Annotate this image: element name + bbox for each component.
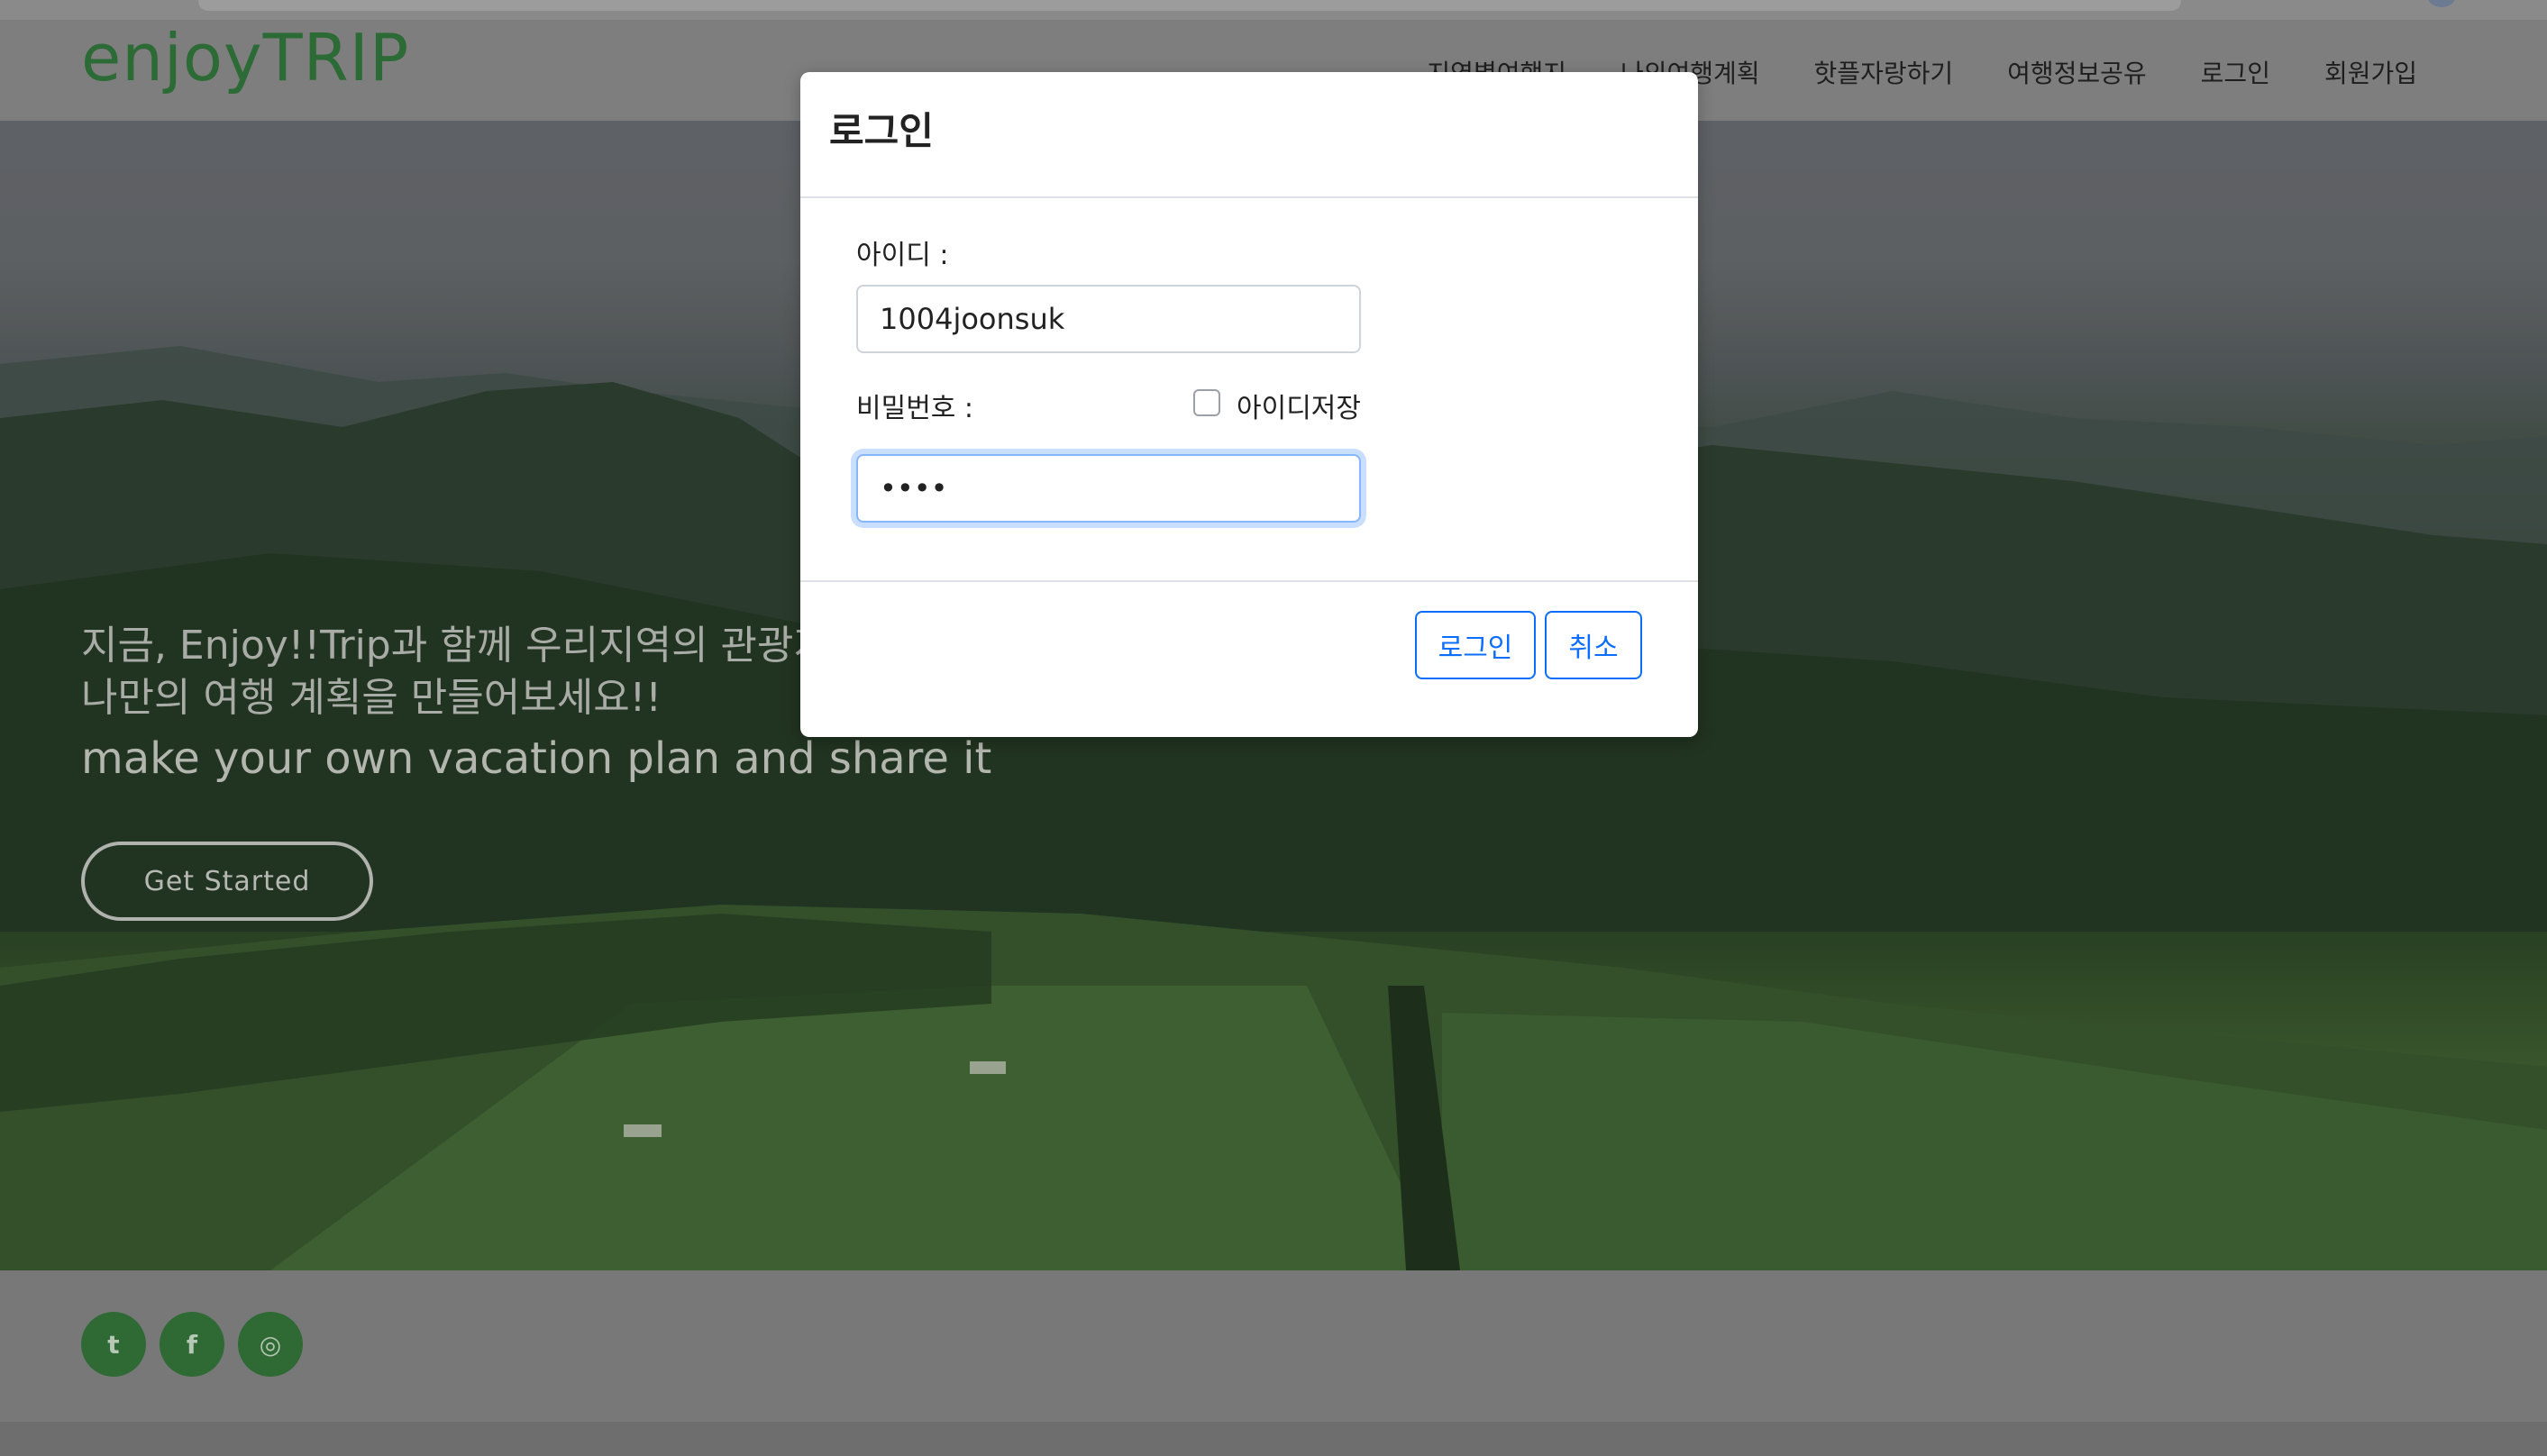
- address-bar[interactable]: [198, 0, 2181, 11]
- facebook-icon[interactable]: f: [160, 1312, 224, 1377]
- password-input[interactable]: ••••: [856, 454, 1361, 523]
- browser-strip: [0, 0, 2547, 20]
- hero-headline-line2: 나만의 여행 계획을 만들어보세요!!: [81, 675, 662, 721]
- id-input[interactable]: 1004joonsuk: [856, 285, 1361, 353]
- hero-subtitle: make your own vacation plan and share it: [81, 733, 992, 784]
- id-label: 아이디 :: [856, 240, 949, 271]
- modal-header-divider: [800, 196, 1698, 198]
- nav-item-signup[interactable]: 회원가입: [2324, 54, 2417, 90]
- modal-title: 로그인: [829, 109, 934, 153]
- password-label: 비밀번호 :: [856, 393, 974, 424]
- login-button[interactable]: 로그인: [1415, 611, 1536, 679]
- get-started-button[interactable]: Get Started: [81, 842, 373, 921]
- remember-id-label[interactable]: 아이디저장: [1237, 386, 1361, 425]
- remember-id-checkbox[interactable]: [1193, 389, 1220, 416]
- twitter-icon[interactable]: t: [81, 1312, 146, 1377]
- login-modal: 로그인 아이디 : 1004joonsuk 비밀번호 : 아이디저장 •••• …: [800, 72, 1698, 737]
- hero-headline-line1: 지금, Enjoy!!Trip과 함께 우리지역의 관광지: [81, 623, 830, 669]
- site-footer: t f ◎: [0, 1270, 2547, 1422]
- modal-footer-divider: [800, 580, 1698, 582]
- footer-bottom-bar: [0, 1422, 2547, 1456]
- instagram-icon[interactable]: ◎: [238, 1312, 303, 1377]
- cancel-button[interactable]: 취소: [1545, 611, 1642, 679]
- nav-item-travel-info[interactable]: 여행정보공유: [2007, 54, 2147, 90]
- nav-item-hotplace[interactable]: 핫플자랑하기: [1814, 54, 1954, 90]
- profile-icon[interactable]: [2428, 0, 2455, 7]
- nav-item-login[interactable]: 로그인: [2201, 54, 2270, 90]
- page: enjoyTRIP 지역별여행지 나의여행계획 핫플자랑하기 여행정보공유 로그…: [0, 0, 2547, 1456]
- site-logo[interactable]: enjoyTRIP: [81, 25, 409, 90]
